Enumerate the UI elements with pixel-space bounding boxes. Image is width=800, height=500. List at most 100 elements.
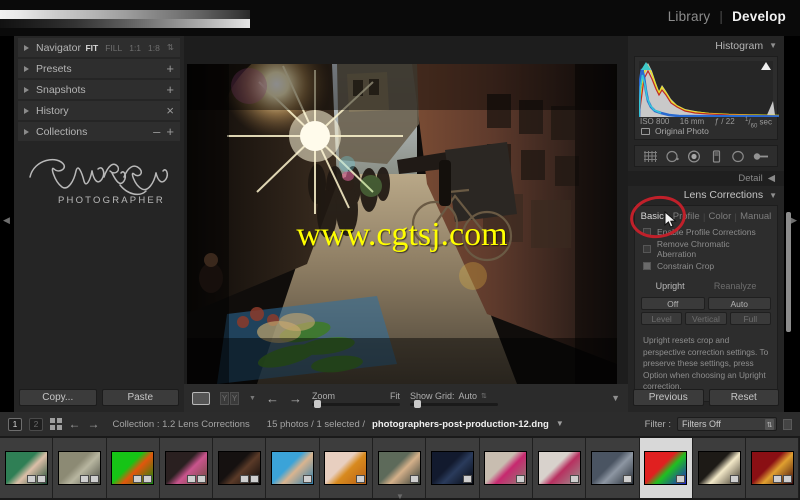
filmstrip-thumbnail[interactable] [213, 438, 267, 498]
chevron-down-icon[interactable]: ▼ [769, 41, 777, 50]
original-photo-toggle[interactable]: Original Photo [641, 126, 709, 136]
panel-history[interactable]: History × [18, 101, 180, 120]
zoom-fit[interactable]: FIT [85, 43, 98, 53]
filmstrip-thumbnail[interactable] [426, 438, 480, 498]
checkbox-icon[interactable] [643, 245, 651, 253]
grid-view-icon[interactable] [50, 418, 62, 430]
filter-lock-icon[interactable] [783, 418, 792, 430]
screen-1-toggle[interactable]: 1 [8, 417, 22, 431]
checkbox-constrain-crop[interactable]: Constrain Crop [635, 260, 777, 272]
girl-bubble[interactable] [377, 451, 421, 485]
checkbox-icon[interactable] [643, 228, 651, 236]
disclosure-triangle-icon[interactable] [24, 107, 29, 114]
toolbar-options-icon[interactable]: ▼ [611, 393, 620, 403]
red-interior-figure[interactable] [750, 451, 794, 485]
crop-badge-icon[interactable] [89, 475, 99, 483]
kathmandu-street-selected[interactable] [697, 451, 741, 485]
loupe-view-icon[interactable] [192, 391, 210, 405]
add-collection-icon[interactable]: + [166, 125, 174, 138]
add-snapshot-icon[interactable]: + [166, 83, 174, 96]
clear-history-icon[interactable]: × [166, 104, 174, 117]
crop-badge-icon[interactable] [36, 475, 46, 483]
show-grid-value[interactable]: Auto [458, 391, 477, 401]
colored-balls-grid[interactable] [644, 451, 688, 485]
module-library[interactable]: Library [668, 9, 711, 24]
paste-button[interactable]: Paste [101, 388, 179, 406]
filter-select[interactable]: Filters Off ⇅ [677, 417, 777, 431]
upright-mode-level[interactable]: Level [641, 312, 683, 325]
copy-button[interactable]: Copy... [19, 388, 97, 406]
disclosure-triangle-icon[interactable] [24, 44, 29, 51]
child-blue-background[interactable] [271, 451, 315, 485]
current-filename[interactable]: photographers-post-production-12.dng [372, 419, 549, 430]
before-after-dropdown-icon[interactable]: ▼ [249, 395, 256, 402]
panel-detail-header[interactable]: Detail ◀ [628, 171, 784, 186]
upright-mode-vertical[interactable]: Vertical [685, 312, 727, 325]
develop-badge-icon[interactable] [133, 475, 143, 483]
right-panel-collapse-arrow[interactable]: ▶ [790, 215, 797, 226]
filmstrip-thumbnail[interactable] [106, 438, 160, 498]
filmstrip-thumbnail[interactable] [159, 438, 214, 498]
filmstrip-thumbnail[interactable] [266, 438, 320, 498]
crop-overlay-icon[interactable] [643, 150, 658, 163]
radial-filter-icon[interactable] [731, 150, 746, 163]
filmstrip-thumbnail[interactable] [586, 438, 640, 498]
monk-green-screen[interactable] [111, 451, 155, 485]
develop-badge-icon[interactable] [516, 475, 526, 483]
develop-badge-icon[interactable] [622, 475, 632, 483]
night-sky-silhouette[interactable] [431, 451, 475, 485]
original-photo-checkbox-icon[interactable] [641, 127, 650, 135]
develop-badge-icon[interactable] [186, 475, 196, 483]
panel-histogram-header[interactable]: Histogram ▼ [628, 36, 784, 55]
reanalyze-button[interactable]: Reanalyze [714, 281, 757, 291]
golden-texture[interactable] [324, 451, 368, 485]
before-after-icon[interactable]: YY [220, 391, 239, 405]
back-arrow-icon[interactable]: ← [69, 418, 81, 430]
zoom-ratio[interactable]: 1:8 [148, 43, 160, 53]
screen-2-toggle[interactable]: 2 [29, 417, 43, 431]
panel-presets[interactable]: Presets + [18, 59, 180, 78]
crop-badge-icon[interactable] [143, 475, 153, 483]
dark-portrait[interactable] [217, 451, 261, 485]
panel-collections[interactable]: Collections – + [18, 122, 180, 141]
crop-badge-icon[interactable] [782, 475, 792, 483]
panel-navigator[interactable]: Navigator FIT FILL 1:1 1:8 ⇅ [18, 38, 180, 57]
highlight-clipping-indicator[interactable] [761, 62, 771, 70]
develop-badge-icon[interactable] [356, 475, 366, 483]
develop-badge-icon[interactable] [569, 475, 579, 483]
chevron-down-icon[interactable]: ▼ [769, 191, 777, 200]
develop-badge-icon[interactable] [26, 475, 36, 483]
photo-viewer[interactable]: www.cgtsj.com [187, 64, 617, 384]
filmstrip-thumbnail[interactable] [746, 438, 800, 498]
filmstrip-thumbnail[interactable] [319, 438, 374, 498]
filmstrip[interactable] [0, 436, 800, 500]
spot-removal-icon[interactable] [665, 150, 680, 163]
crop-badge-icon[interactable] [196, 475, 206, 483]
develop-badge-icon[interactable] [79, 475, 89, 483]
develop-badge-icon[interactable] [676, 475, 686, 483]
filmstrip-thumbnail[interactable] [532, 438, 587, 498]
filmstrip-thumbnail[interactable] [0, 438, 54, 498]
module-develop[interactable]: Develop [732, 9, 786, 24]
tab-basic[interactable]: Basic [641, 211, 664, 222]
girl-green-wall[interactable] [4, 451, 48, 485]
teddy-bear-flowers[interactable] [484, 451, 528, 485]
filter-stepper-icon[interactable]: ⇅ [765, 419, 774, 430]
crop-badge-icon[interactable] [249, 475, 259, 483]
collection-path[interactable]: Collection : 1.2 Lens Corrections [113, 419, 250, 430]
filmstrip-thumbnail[interactable] [53, 438, 107, 498]
checkbox-remove-chromatic-aberration[interactable]: Remove Chromatic Aberration [635, 238, 777, 260]
filmstrip-thumbnail[interactable] [373, 438, 427, 498]
develop-badge-icon[interactable] [463, 475, 473, 483]
upright-mode-full[interactable]: Full [729, 312, 771, 325]
upright-mode-auto[interactable]: Auto [707, 297, 771, 310]
previous-button[interactable]: Previous [633, 388, 704, 406]
filmstrip-thumbnail[interactable] [639, 438, 693, 498]
zoom-slider[interactable] [311, 399, 400, 408]
show-grid-stepper-icon[interactable]: ⇅ [481, 392, 487, 400]
disclosure-triangle-icon[interactable] [24, 128, 29, 135]
reset-button[interactable]: Reset [708, 388, 779, 406]
disclosure-triangle-icon[interactable] [24, 86, 29, 93]
graduated-filter-icon[interactable] [709, 149, 724, 163]
remove-collection-icon[interactable]: – [153, 125, 160, 138]
